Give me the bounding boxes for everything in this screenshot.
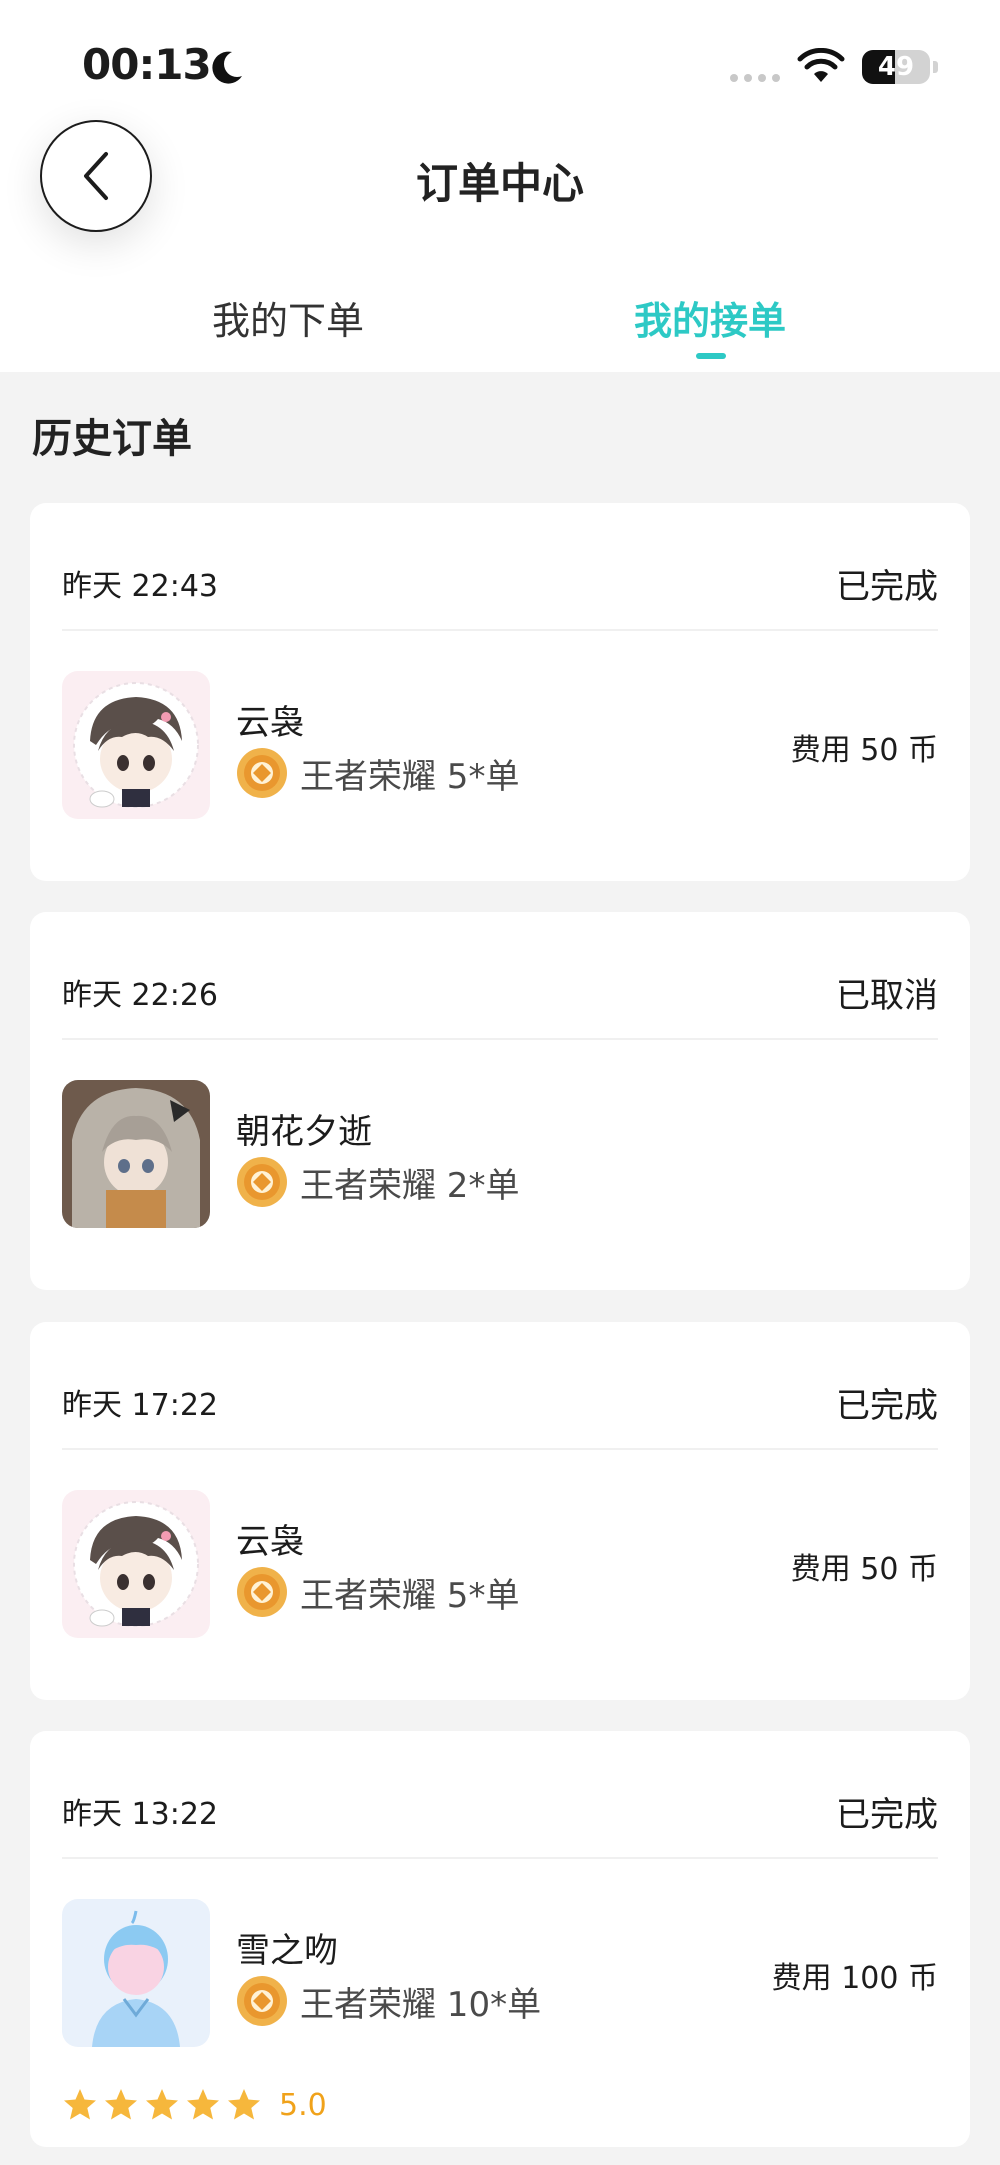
order-card[interactable]: 昨天 17:22 已完成 云袅 王者荣耀 5*单 费用 50 币 [30,1322,970,1700]
moon-icon [212,51,242,84]
card-divider [62,1038,938,1040]
user-nickname: 朝花夕逝 [236,1112,372,1152]
game-text: 王者荣耀 5*单 [300,756,520,797]
active-tab-indicator [696,353,726,359]
game-text: 王者荣耀 10*单 [300,1984,542,2025]
user-nickname: 雪之吻 [236,1931,338,1971]
tab-my-accepted[interactable]: 我的接单 [634,290,786,345]
card-divider [62,629,938,631]
star-icon [105,2089,137,2120]
cellular-signal-icon [730,74,780,82]
top-bar: 00:13 49 订单中心 我的下单 我的接单 [0,0,1000,372]
card-divider [62,1448,938,1450]
user-nickname: 云袅 [236,1522,304,1562]
page-title: 订单中心 [415,159,584,208]
user-nickname: 云袅 [236,703,304,743]
order-status: 已取消 [836,976,938,1016]
order-card[interactable]: 昨天 22:43 已完成 云袅 王者荣耀 5*单 费用 50 币 [30,503,970,881]
avatar[interactable] [62,1080,210,1228]
status-time: 00:13 [82,40,212,89]
star-icon [187,2089,219,2120]
order-status: 已完成 [836,1386,938,1426]
avatar[interactable] [62,671,210,819]
battery-cap [933,61,938,73]
game-badge-icon [237,748,287,798]
game-info: 王者荣耀 5*单 [236,747,519,799]
order-time: 昨天 22:26 [62,978,218,1013]
star-icon [228,2089,260,2120]
battery-percent: 49 [877,52,915,82]
rating-value: 5.0 [279,2087,327,2123]
game-info: 王者荣耀 5*单 [236,1566,519,1618]
card-divider [62,1857,938,1859]
order-time: 昨天 17:22 [62,1388,218,1423]
avatar[interactable] [62,1490,210,1638]
battery-icon: 49 [862,50,930,84]
order-price: 费用 50 币 [790,1552,938,1587]
game-text: 王者荣耀 5*单 [300,1575,520,1616]
order-card[interactable]: 昨天 13:22 已完成 雪之吻 王者荣耀 10*单 费用 100 币 5.0 [30,1731,970,2147]
game-text: 王者荣耀 2*单 [300,1165,520,1206]
game-badge-icon [237,1976,287,2026]
avatar[interactable] [62,1899,210,2047]
order-card[interactable]: 昨天 22:26 已取消 朝花夕逝 王者荣耀 2*单 [30,912,970,1290]
order-price: 费用 100 币 [771,1961,938,1996]
order-time: 昨天 13:22 [62,1797,218,1832]
game-badge-icon [237,1567,287,1617]
section-title: 历史订单 [32,416,192,462]
game-info: 王者荣耀 2*单 [236,1156,519,1208]
game-badge-icon [237,1157,287,1207]
game-info: 王者荣耀 10*单 [236,1975,541,2027]
order-time: 昨天 22:43 [62,569,218,604]
order-status: 已完成 [836,567,938,607]
star-icon [64,2089,96,2120]
order-price: 费用 50 币 [790,733,938,768]
wifi-icon [797,48,845,82]
star-icon [146,2089,178,2120]
rating: 5.0 [62,2087,327,2123]
tab-my-orders[interactable]: 我的下单 [212,290,364,345]
order-status: 已完成 [836,1795,938,1835]
